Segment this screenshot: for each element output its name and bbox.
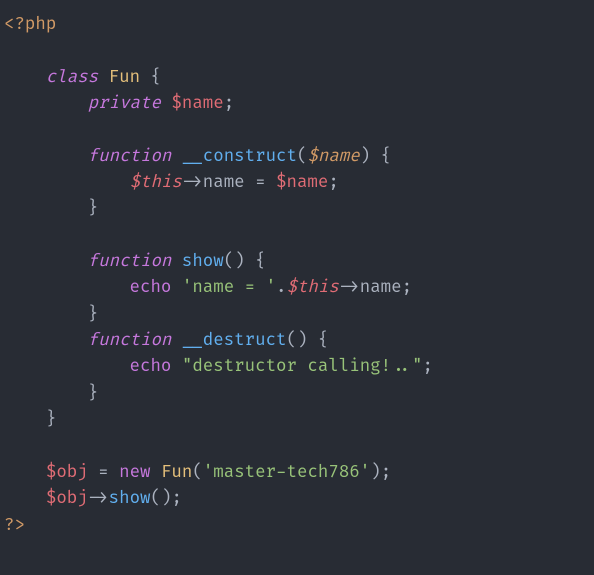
php-close-tag: ?> xyxy=(4,515,25,536)
keyword-function: function xyxy=(88,146,172,167)
keyword-function: function xyxy=(88,251,172,272)
var-this: $this xyxy=(287,277,339,298)
php-code-block: <?php class Fun { private $name; functio… xyxy=(0,0,594,551)
var-obj: $obj xyxy=(46,462,88,483)
var-this: $this xyxy=(130,172,182,193)
param-name: $name xyxy=(307,146,359,167)
brace: { xyxy=(255,251,265,272)
keyword-new: new xyxy=(119,462,150,483)
php-open-tag: <?php xyxy=(4,14,56,35)
class-name: Fun xyxy=(161,462,192,483)
arrow-op: -> xyxy=(88,488,109,509)
arrow-op: -> xyxy=(339,277,360,298)
paren: ( xyxy=(224,251,234,272)
paren: ( xyxy=(151,488,161,509)
semicolon: ; xyxy=(381,462,391,483)
brace: { xyxy=(381,146,391,167)
arrow-op: -> xyxy=(182,172,203,193)
paren: ) xyxy=(370,462,380,483)
method-show: show xyxy=(109,488,151,509)
brace: { xyxy=(151,67,161,88)
property: name xyxy=(203,172,245,193)
keyword-class: class xyxy=(46,67,98,88)
string-destructor: "destructor calling!.." xyxy=(182,356,423,377)
keyword-private: private xyxy=(88,93,161,114)
semicolon: ; xyxy=(171,488,181,509)
brace: } xyxy=(88,304,98,325)
semicolon: ; xyxy=(224,93,234,114)
semicolon: ; xyxy=(402,277,412,298)
assign-op: = xyxy=(88,462,119,483)
class-name: Fun xyxy=(109,67,140,88)
paren: ( xyxy=(287,330,297,351)
semicolon: ; xyxy=(328,172,338,193)
function-destruct: __destruct xyxy=(182,330,287,351)
string-name-eq: 'name = ' xyxy=(182,277,276,298)
var-obj: $obj xyxy=(46,488,88,509)
keyword-echo: echo xyxy=(130,356,172,377)
string-arg: 'master-tech786' xyxy=(203,462,370,483)
paren: ) xyxy=(161,488,171,509)
property: name xyxy=(360,277,402,298)
brace: } xyxy=(46,409,56,430)
keyword-echo: echo xyxy=(130,277,172,298)
paren: ) xyxy=(297,330,307,351)
function-show: show xyxy=(182,251,224,272)
function-construct: __construct xyxy=(182,146,297,167)
semicolon: ; xyxy=(423,356,433,377)
concat-op: . xyxy=(276,277,286,298)
assign-op: = xyxy=(245,172,276,193)
paren: ) xyxy=(234,251,244,272)
paren: ) xyxy=(360,146,370,167)
paren: ( xyxy=(192,462,202,483)
keyword-function: function xyxy=(88,330,172,351)
brace: { xyxy=(318,330,328,351)
brace: } xyxy=(88,383,98,404)
brace: } xyxy=(88,198,98,219)
var-name: $name xyxy=(276,172,328,193)
paren: ( xyxy=(297,146,307,167)
property-name: $name xyxy=(171,93,223,114)
